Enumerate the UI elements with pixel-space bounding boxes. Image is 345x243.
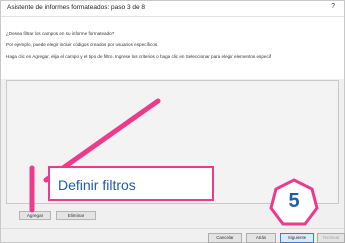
callout-text: Definir filtros xyxy=(58,177,136,193)
step-number: 5 xyxy=(288,190,300,212)
remove-filter-button[interactable]: Eliminar xyxy=(56,211,96,220)
callout-box: Definir filtros xyxy=(48,166,214,201)
title-bar: Asistente de informes formateados: paso … xyxy=(1,1,344,17)
instruction-example: Por ejemplo, puede elegir incluir código… xyxy=(6,42,159,47)
finish-button[interactable]: Terminar xyxy=(317,233,345,243)
cancel-button[interactable]: Cancelar xyxy=(208,233,242,243)
instruction-steps: Haga clic en Agregar, elija el campo y e… xyxy=(6,54,272,59)
add-filter-button[interactable]: Agregar xyxy=(19,211,51,220)
next-button[interactable]: Siguiente xyxy=(280,233,314,243)
instructions-area: ¿Desea filtrar los campos en su informe … xyxy=(1,17,344,79)
instruction-question: ¿Desea filtrar los campos en su informe … xyxy=(6,31,115,36)
back-button[interactable]: Atrás xyxy=(246,233,276,243)
footer-divider xyxy=(1,228,344,229)
dialog-title: Asistente de informes formateados: paso … xyxy=(7,4,146,11)
help-button[interactable]: ? xyxy=(331,3,335,10)
step-badge: 5 xyxy=(269,178,319,228)
